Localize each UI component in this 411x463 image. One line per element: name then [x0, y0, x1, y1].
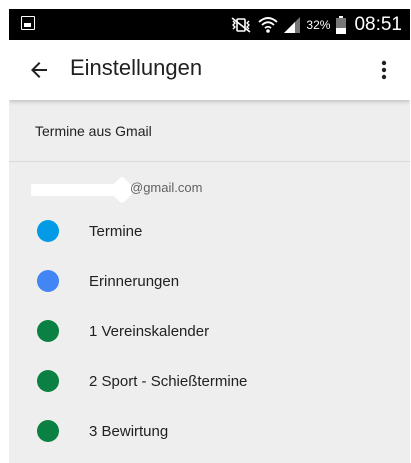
wifi-icon [258, 16, 279, 33]
mute-vibrate-icon [231, 16, 251, 33]
account-email: @gmail.com [130, 180, 203, 195]
battery-icon [336, 15, 347, 34]
calendar-list: Termine Erinnerungen 1 Vereinskalender 2… [9, 206, 410, 456]
calendar-label: Erinnerungen [89, 272, 180, 290]
calendar-color-dot [37, 220, 59, 242]
calendar-label: Termine [89, 222, 143, 240]
calendar-item-bewirtung[interactable]: 3 Bewirtung [9, 406, 410, 456]
arrow-back-icon[interactable] [27, 58, 51, 82]
calendar-item-sport-schiesstermine[interactable]: 2 Sport - Schießtermine [9, 356, 410, 406]
settings-item-termine-aus-gmail[interactable]: Termine aus Gmail [9, 100, 410, 162]
calendar-item-vereinskalender[interactable]: 1 Vereinskalender [9, 306, 410, 356]
status-icons: 32% 08:51 [230, 9, 402, 40]
calendar-item-termine[interactable]: Termine [9, 206, 410, 256]
calendar-color-dot [37, 320, 59, 342]
photo-notification-icon [21, 16, 35, 30]
phone-screen: 32% 08:51 Einstellungen Termine aus Gmai… [9, 9, 410, 463]
calendar-label: 1 Vereinskalender [89, 322, 210, 340]
calendar-color-dot [37, 420, 59, 442]
settings-content: Termine aus Gmail @gmail.com Termine Eri… [9, 100, 410, 456]
calendar-color-dot [37, 370, 59, 392]
app-bar: Einstellungen [9, 40, 410, 100]
calendar-label: 2 Sport - Schießtermine [89, 372, 248, 390]
calendar-label: 3 Bewirtung [89, 422, 169, 440]
page-title: Einstellungen [70, 55, 203, 80]
status-bar: 32% 08:51 [9, 9, 410, 40]
battery-percent: 32% [306, 17, 331, 32]
status-time: 08:51 [354, 13, 402, 35]
account-header: @gmail.com [9, 162, 410, 206]
calendar-item-erinnerungen[interactable]: Erinnerungen [9, 256, 410, 306]
signal-icon [284, 16, 301, 33]
calendar-color-dot [37, 270, 59, 292]
more-vert-icon[interactable] [372, 58, 396, 82]
section-header-label: Termine aus Gmail [35, 122, 152, 139]
redacted-account-name [31, 184, 123, 196]
